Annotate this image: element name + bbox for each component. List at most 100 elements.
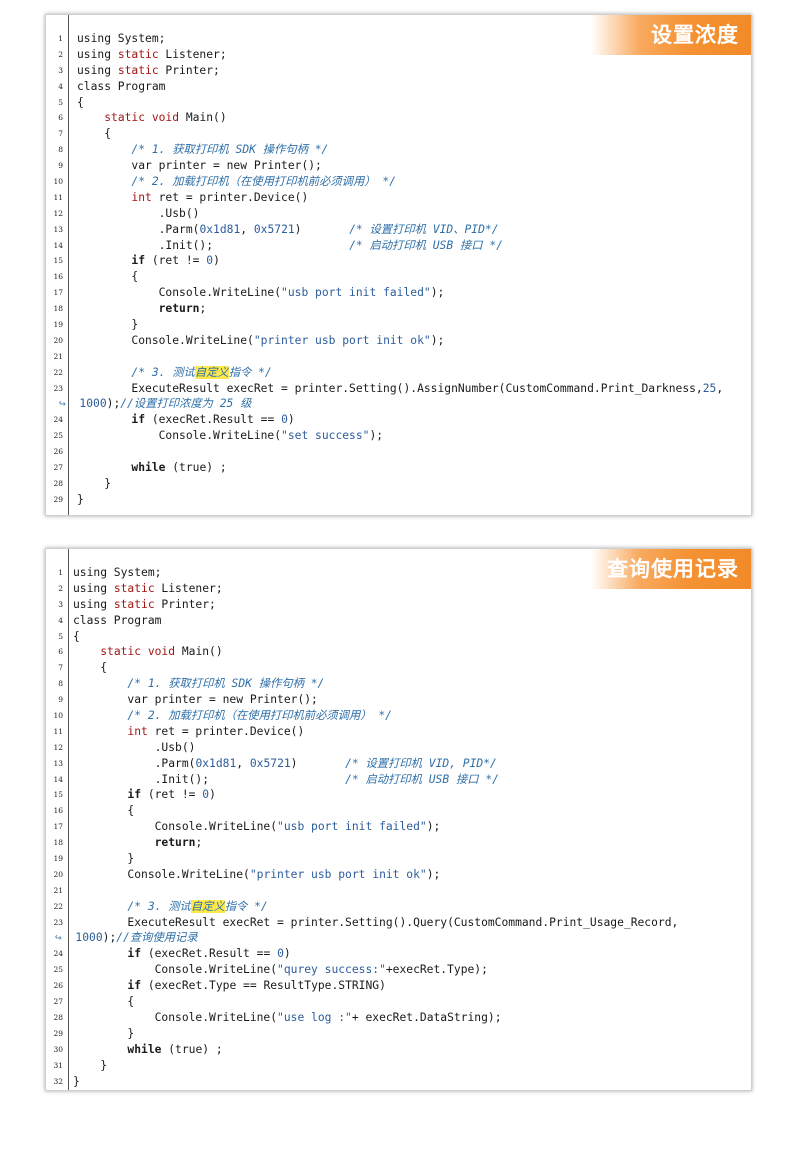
code-text: return; xyxy=(73,835,203,851)
line-number: 6 xyxy=(58,113,63,123)
code-token: ); xyxy=(426,867,441,881)
code-token: /* 2. 加载打印机（在使用打印机前必须调用） */ xyxy=(127,709,392,723)
code-line: 15 if (ret != 0) xyxy=(46,253,751,269)
code-text: using System; xyxy=(73,565,161,581)
code-token: Console.WriteLine( xyxy=(73,1010,278,1024)
code-token: (true) ; xyxy=(165,461,227,475)
code-text: return; xyxy=(77,301,207,317)
code-line: 27 { xyxy=(46,994,751,1010)
line-number: 7 xyxy=(58,663,63,673)
code-text: class Program xyxy=(73,613,161,629)
line-number: 22 xyxy=(53,901,63,911)
code-token: /* 2. 加载打印机（在使用打印机前必须调用） */ xyxy=(131,175,396,189)
code-token: var printer = new Printer(); xyxy=(73,693,318,707)
code-token: 1000 xyxy=(79,397,107,411)
code-token: Listener; xyxy=(158,47,227,61)
code-line: 18 return; xyxy=(46,835,751,851)
line-number: 25 xyxy=(53,965,63,975)
code-token: Console.WriteLine( xyxy=(77,286,282,300)
code-text: using static Listener; xyxy=(73,581,223,597)
code-text: /* 3. 测试自定义指令 */ xyxy=(77,365,272,381)
code-token: ) xyxy=(213,254,220,268)
code-token: Console.WriteLine( xyxy=(73,820,278,834)
code-token: ; xyxy=(199,302,207,316)
code-text: .Parm(0x1d81, 0x5721) /* 设置打印机 VID、PID*/ xyxy=(77,222,499,238)
code-line: 26 xyxy=(46,444,751,460)
code-token: 0 xyxy=(277,947,284,961)
line-number: 20 xyxy=(53,869,63,879)
code-token: Main() xyxy=(179,111,227,125)
code-text: .Parm(0x1d81, 0x5721) /* 设置打印机 VID, PID*… xyxy=(73,756,497,772)
code-listing: 1 using System; 2 using static Listener; 3 us… xyxy=(46,31,751,508)
code-line: 31 } xyxy=(46,1058,751,1074)
code-text: } xyxy=(77,476,111,492)
code-token: /* 设置打印机 VID, PID*/ xyxy=(345,756,497,770)
code-line: 19 } xyxy=(46,851,751,867)
code-token: .Parm( xyxy=(73,756,196,770)
line-number: 13 xyxy=(53,224,63,234)
code-token: if xyxy=(127,788,142,802)
code-line: 13 .Parm(0x1d81, 0x5721) /* 设置打印机 VID, P… xyxy=(46,756,751,772)
code-token: int xyxy=(127,724,148,738)
code-token: ) xyxy=(283,947,291,961)
line-number: 10 xyxy=(53,177,63,187)
code-token: , xyxy=(716,381,724,395)
code-token: 1000 xyxy=(75,931,103,945)
code-text: } xyxy=(73,1058,107,1074)
code-token: /* 1. 获取打印机 SDK 操作句柄 */ xyxy=(127,677,325,691)
line-number: 25 xyxy=(53,431,63,441)
code-line: 10 /* 2. 加载打印机（在使用打印机前必须调用） */ xyxy=(46,708,751,724)
code-text: } xyxy=(77,492,84,508)
line-number: 11 xyxy=(53,726,63,736)
code-token: "printer usb port init ok" xyxy=(253,333,431,347)
line-number: 13 xyxy=(53,758,63,768)
code-text: if (execRet.Result == 0) xyxy=(73,946,291,962)
code-text: class Program xyxy=(77,79,165,95)
code-line: 8 /* 1. 获取打印机 SDK 操作句柄 */ xyxy=(46,676,751,692)
code-line: 18 return; xyxy=(46,301,751,317)
code-line: 23 ExecuteResult execRet = printer.Setti… xyxy=(46,381,751,397)
code-text: Console.WriteLine("printer usb port init… xyxy=(77,333,444,349)
code-line: 8 /* 1. 获取打印机 SDK 操作句柄 */ xyxy=(46,142,751,158)
line-number: 17 xyxy=(53,822,63,832)
code-text: /* 2. 加载打印机（在使用打印机前必须调用） */ xyxy=(77,174,396,190)
line-number: 19 xyxy=(53,854,63,864)
code-text: .Init(); /* 启动打印机 USB 接口 */ xyxy=(77,238,503,254)
line-number: 2 xyxy=(58,583,63,593)
code-token: /* 1. 获取打印机 SDK 操作句柄 */ xyxy=(131,143,329,157)
code-token: .Init(); xyxy=(73,772,346,786)
code-token: .Init(); xyxy=(77,238,350,252)
code-token: (execRet.Result == xyxy=(141,947,278,961)
code-token: Console.WriteLine( xyxy=(73,963,278,977)
code-token: //查询使用记录 xyxy=(116,931,198,945)
code-text: Console.WriteLine("use log :"+ execRet.D… xyxy=(73,1010,502,1026)
code-token: if xyxy=(127,947,142,961)
code-line: 17 Console.WriteLine("usb port init fail… xyxy=(46,819,751,835)
line-number: 12 xyxy=(53,208,63,218)
code-line: 4 class Program xyxy=(46,79,751,95)
code-text: { xyxy=(73,660,107,676)
code-token: .Usb() xyxy=(77,206,200,220)
code-text: using static Printer; xyxy=(77,63,220,79)
code-line: 9 var printer = new Printer(); xyxy=(46,158,751,174)
code-token: 0x1d81 xyxy=(195,756,237,770)
code-line: 30 while (true) ; xyxy=(46,1042,751,1058)
code-text: ExecuteResult execRet = printer.Setting(… xyxy=(73,915,678,931)
code-token: } xyxy=(73,1058,108,1072)
code-line: 5{ xyxy=(46,629,751,645)
code-token: Console.WriteLine( xyxy=(77,333,254,347)
code-token: if xyxy=(131,254,146,268)
code-token: 指令 */ xyxy=(224,899,268,913)
code-line: 25 Console.WriteLine("qurey success:"+ex… xyxy=(46,962,751,978)
code-token: ) xyxy=(294,222,350,236)
line-number: 14 xyxy=(53,774,63,784)
code-token: .Parm( xyxy=(77,222,200,236)
code-token: (ret != xyxy=(141,788,203,802)
code-text: } xyxy=(73,1026,134,1042)
code-token: Printer; xyxy=(154,597,216,611)
